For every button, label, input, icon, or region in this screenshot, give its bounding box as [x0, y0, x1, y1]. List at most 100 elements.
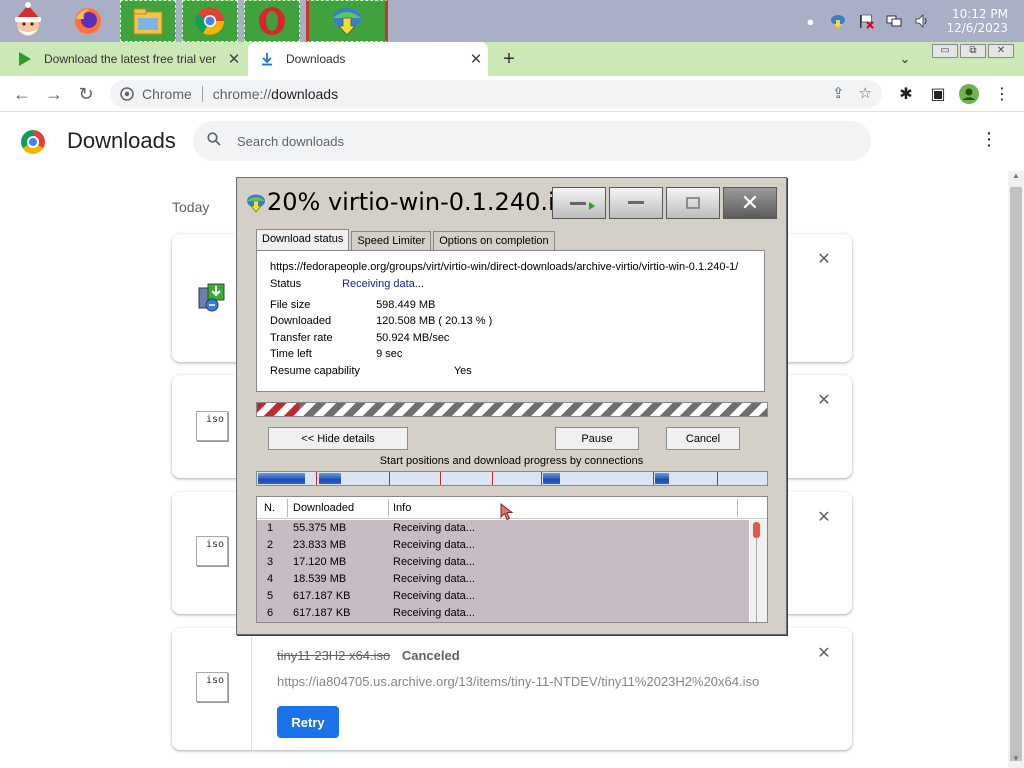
remove-download-button[interactable]: ✕ — [816, 646, 832, 662]
table-row[interactable]: 2 23.833 MB Receiving data... — [257, 537, 749, 554]
download-card: iso tiny11 23H2 x64.iso Canceled https:/… — [172, 628, 852, 750]
idm-tab-bar: Download status Speed Limiter Options on… — [256, 229, 557, 250]
search-downloads-input[interactable]: Search downloads — [193, 121, 871, 161]
tab-search-button[interactable]: ⌄ — [892, 42, 918, 76]
share-icon[interactable]: ⇪ — [832, 84, 845, 102]
hide-details-button[interactable]: << Hide details — [268, 427, 408, 450]
idm-dialog-title: 20% virtio-win-0.1.240.iso — [267, 188, 552, 216]
retry-button[interactable]: Retry — [277, 706, 339, 738]
chrome-menu-button[interactable]: ⋮ — [990, 82, 1014, 106]
page-scrollbar[interactable]: ▲ ▼ — [1008, 171, 1024, 768]
column-header-n[interactable]: N. — [264, 502, 275, 514]
remove-download-button[interactable]: ✕ — [816, 393, 832, 409]
download-url[interactable]: https://ia804705.us.archive.org/13/items… — [277, 674, 759, 689]
notification-dot-icon[interactable]: ● — [800, 11, 820, 31]
table-row[interactable]: 5 617.187 KB Receiving data... — [257, 588, 749, 605]
idm-titlebar[interactable]: 20% virtio-win-0.1.240.iso ✕ — [237, 178, 786, 228]
download-status: Canceled — [401, 648, 460, 663]
remove-download-button[interactable]: ✕ — [816, 252, 832, 268]
chrome-taskbar-icon[interactable] — [182, 0, 238, 42]
table-body: 1 55.375 MB Receiving data... 2 23.833 M… — [257, 520, 749, 622]
close-window-button[interactable]: ✕ — [988, 44, 1014, 58]
volume-icon[interactable] — [912, 11, 932, 31]
table-row[interactable]: 6 617.187 KB Receiving data... — [257, 605, 749, 622]
downloaded-row: Downloaded 120.508 MB ( 20.13 % ) — [270, 315, 492, 327]
extensions-puzzle-icon[interactable]: ✱ — [894, 82, 918, 106]
column-header-downloaded[interactable]: Downloaded — [293, 502, 354, 514]
profile-avatar[interactable] — [957, 82, 981, 106]
security-flag-icon[interactable] — [856, 11, 876, 31]
iso-file-icon: iso — [196, 536, 228, 566]
connection-number: 3 — [267, 556, 274, 568]
address-bar[interactable]: Chrome chrome://downloads ⇪ ☆ — [110, 80, 882, 108]
network-icon[interactable] — [884, 11, 904, 31]
connection-number: 1 — [267, 522, 274, 534]
reload-button[interactable]: ↻ — [74, 82, 98, 106]
idm-taskbar-icon[interactable] — [306, 0, 388, 42]
idm-maximize-button[interactable] — [666, 187, 720, 219]
download-filename[interactable]: tiny11 23H2 x64.iso — [277, 648, 390, 663]
downloads-menu-button[interactable]: ⋮ — [980, 129, 998, 150]
idm-tray-icon[interactable] — [828, 11, 848, 31]
resume-capability-row: Resume capability Yes — [270, 365, 472, 377]
cancel-button[interactable]: Cancel — [666, 427, 740, 450]
pause-button[interactable]: Pause — [555, 427, 639, 450]
taskbar-clock[interactable]: 10:12 PM 12/6/2023 — [946, 7, 1008, 35]
time-left-value: 9 sec — [376, 348, 403, 360]
column-divider[interactable] — [737, 499, 738, 517]
tab-downloads[interactable]: Downloads ✕ — [248, 42, 488, 76]
firefox-icon[interactable] — [60, 0, 116, 42]
connection-boundary — [717, 472, 718, 485]
scroll-down-arrow-icon[interactable]: ▼ — [1008, 754, 1024, 768]
installer-file-icon — [198, 283, 225, 312]
table-row[interactable]: 4 18.539 MB Receiving data... — [257, 571, 749, 588]
chrome-logo-icon — [21, 130, 45, 154]
transfer-rate-row: Transfer rate 50.924 MB/sec — [270, 332, 449, 344]
opera-icon[interactable] — [244, 0, 300, 42]
url-scheme: chrome:// — [212, 86, 272, 102]
side-panel-icon[interactable]: ▣ — [926, 82, 950, 106]
column-header-info[interactable]: Info — [393, 502, 411, 514]
connection-segment — [319, 473, 341, 484]
santa-app-icon[interactable] — [0, 0, 56, 42]
idm-minimize-button[interactable] — [609, 187, 663, 219]
downloaded-value: 120.508 MB ( 20.13 % ) — [376, 315, 493, 327]
site-chip-label: Chrome — [142, 86, 192, 102]
column-divider[interactable] — [388, 499, 389, 517]
tab-options-on-completion[interactable]: Options on completion — [433, 231, 555, 250]
tab-idm-download[interactable]: Download the latest free trial ver ✕ — [0, 42, 246, 76]
connection-boundary — [440, 472, 441, 485]
table-scrollbar[interactable] — [750, 520, 767, 622]
scroll-up-arrow-icon[interactable]: ▲ — [1008, 171, 1024, 185]
connection-downloaded: 617.187 KB — [293, 607, 351, 619]
restore-button[interactable]: ⧉ — [960, 44, 986, 58]
bookmark-star-icon[interactable]: ☆ — [859, 84, 872, 102]
idm-close-button[interactable]: ✕ — [723, 187, 777, 219]
idm-download-dialog: 20% virtio-win-0.1.240.iso ✕ Download st… — [236, 177, 787, 635]
file-explorer-icon[interactable] — [120, 0, 176, 42]
scroll-thumb[interactable] — [1010, 187, 1022, 761]
tab-speed-limiter[interactable]: Speed Limiter — [351, 231, 432, 250]
minimize-to-tray-button[interactable] — [552, 187, 606, 219]
new-tab-button[interactable]: + — [496, 42, 522, 76]
table-scroll-thumb[interactable] — [753, 522, 760, 538]
minimize-button[interactable]: ▭ — [932, 44, 958, 58]
connection-downloaded: 23.833 MB — [293, 539, 347, 551]
chrome-site-icon — [120, 87, 134, 101]
table-row[interactable]: 3 17.120 MB Receiving data... — [257, 554, 749, 571]
tab-download-status[interactable]: Download status — [256, 229, 350, 250]
play-triangle-icon — [19, 52, 31, 66]
date-heading: Today — [172, 199, 210, 215]
overall-progress-bar — [256, 402, 768, 417]
column-divider[interactable] — [287, 499, 288, 517]
forward-button[interactable]: → — [42, 82, 66, 106]
tab-close-button[interactable]: ✕ — [222, 50, 246, 68]
remove-download-button[interactable]: ✕ — [816, 510, 832, 526]
idm-logo-icon — [247, 194, 265, 213]
time-left-row: Time left 9 sec — [270, 348, 402, 360]
table-row[interactable]: 1 55.375 MB Receiving data... — [257, 520, 749, 537]
back-button[interactable]: ← — [10, 82, 34, 106]
tab-close-button[interactable]: ✕ — [464, 50, 488, 68]
connection-number: 2 — [267, 539, 274, 551]
transfer-rate-value: 50.924 MB/sec — [376, 332, 450, 344]
